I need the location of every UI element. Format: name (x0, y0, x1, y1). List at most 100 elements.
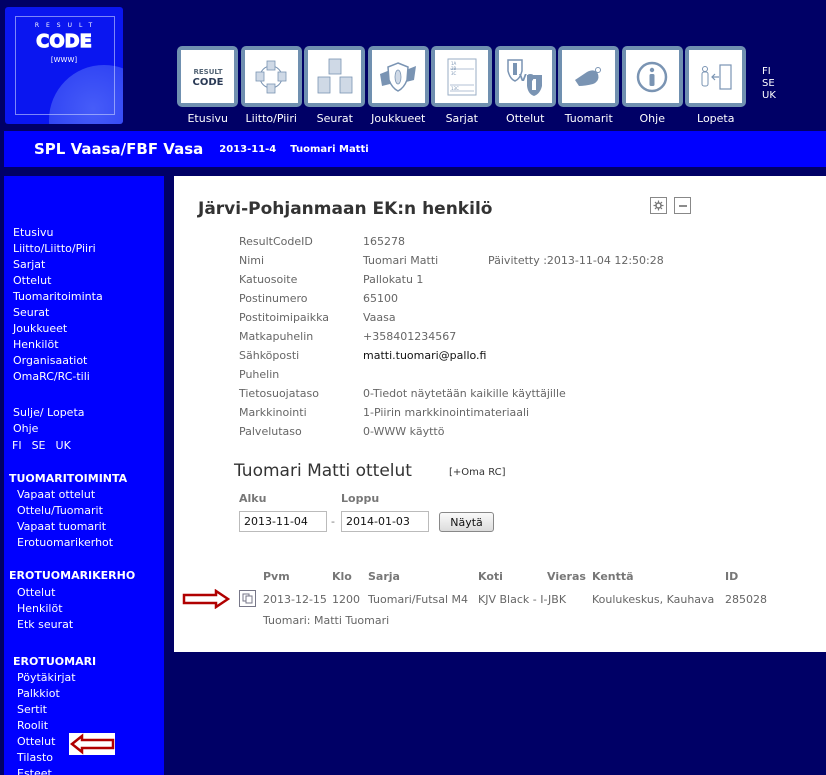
nav-label: Lopeta (697, 112, 735, 125)
svg-text:VS: VS (519, 73, 534, 84)
svg-text:CODE: CODE (192, 77, 223, 88)
field-value: Vaasa (363, 311, 396, 324)
field-label: Postinumero (239, 292, 308, 305)
field-label: Nimi (239, 254, 265, 267)
nav-seurat[interactable]: Seurat (303, 46, 367, 125)
sidebar-item-ottelu-tuomarit[interactable]: Ottelu/Tuomarit (17, 504, 103, 518)
section-heading-tuomaritoiminta: TUOMARITOIMINTA (9, 472, 128, 485)
clubs-icon (317, 58, 353, 93)
sidebar-item-erotuomari-ottelut[interactable]: Ottelut (17, 735, 55, 749)
sidebar-item-sertit[interactable]: Sertit (17, 703, 47, 717)
sidebar-item-vapaat-ottelut[interactable]: Vapaat ottelut (17, 488, 95, 502)
sidebar-item-sarjat[interactable]: Sarjat (13, 258, 45, 272)
nav-ohje[interactable]: Ohje (621, 46, 685, 125)
sidebar-item-etk-seurat[interactable]: Etk seurat (17, 618, 73, 632)
show-button[interactable]: Näytä (439, 512, 494, 532)
nav-label: Ottelut (506, 112, 545, 125)
sidebar-item-kerho-ottelut[interactable]: Ottelut (17, 586, 55, 600)
nav-label: Tuomarit (564, 112, 613, 125)
updated-timestamp: Päivitetty :2013-11-04 12:50:28 (488, 254, 664, 267)
lang-uk[interactable]: UK (762, 90, 776, 102)
nav-etusivu[interactable]: RESULT CODE Etusivu (176, 46, 240, 125)
info-icon (637, 61, 668, 92)
field-label: ResultCodeID (239, 235, 313, 248)
field-value: 0-WWW käyttö (363, 425, 445, 438)
section-heading-erotuomarikerho: EROTUOMARIKERHO (9, 569, 136, 582)
field-label: Sähköposti (239, 349, 300, 362)
nav-label: Sarjat (445, 112, 478, 125)
minimize-button[interactable] (674, 197, 691, 214)
info-row-postitoimipaikka: Postitoimipaikka Vaasa (239, 308, 664, 327)
person-panel: Järvi-Pohjanmaan EK:n henkilö ResultCode… (174, 176, 826, 652)
sidebar-item-liitto[interactable]: Liitto/Liitto/Piiri (13, 242, 96, 256)
svg-text:RESULT: RESULT (193, 68, 222, 76)
end-date-input[interactable] (341, 511, 429, 532)
sidebar-item-esteet[interactable]: Esteet (17, 767, 52, 775)
sidebar-item-erotuomarikerhot[interactable]: Erotuomarikerhot (17, 536, 113, 550)
sidebar-item-henkilot[interactable]: Henkilöt (13, 338, 59, 352)
nav-tile: RESULT CODE (177, 46, 239, 107)
panel-title: Järvi-Pohjanmaan EK:n henkilö (198, 199, 493, 219)
settings-button[interactable] (650, 197, 667, 214)
sidebar-item-seurat[interactable]: Seurat (13, 306, 49, 320)
nav-tile (240, 46, 302, 107)
match-series: Tuomari/Futsal M4 (368, 593, 469, 606)
column-header-kentta: Kenttä (592, 570, 634, 583)
logo-www-text: [WWW] (50, 56, 78, 64)
sidebar-item-tilasto[interactable]: Tilasto (17, 751, 53, 765)
nav-tile (304, 46, 366, 107)
match-teams[interactable]: KJV Black - I-JBK (478, 593, 566, 606)
start-date-input[interactable] (239, 511, 327, 532)
section-heading-erotuomari: EROTUOMARI (13, 655, 97, 668)
sidebar-item-poytakirjat[interactable]: Pöytäkirjat (17, 671, 76, 685)
lang-se[interactable]: SE (762, 78, 776, 90)
nav-tile-inner (562, 50, 616, 103)
add-oma-rc-link[interactable]: [+Oma RC] (449, 467, 506, 478)
nav-lopeta[interactable]: Lopeta (684, 46, 748, 125)
email-link[interactable]: matti.tuomari@pallo.fi (363, 349, 488, 362)
sidebar-lang-uk[interactable]: UK (56, 439, 71, 452)
column-header-id: ID (725, 570, 739, 583)
sidebar-item-tuomaritoiminta[interactable]: Tuomaritoiminta (13, 290, 103, 304)
sidebar-item-ottelut[interactable]: Ottelut (13, 274, 51, 288)
match-id: 285028 (725, 593, 767, 606)
field-value: 0-Tiedot näytetään kaikille käyttäjille (363, 387, 566, 400)
column-header-sarja: Sarja (368, 570, 400, 583)
resultcode-logo-icon: RESULTCODE (192, 68, 223, 88)
sidebar-item-omarc[interactable]: OmaRC/RC-tili (13, 370, 90, 384)
sidebar-item-ohje[interactable]: Ohje (13, 422, 38, 436)
sidebar-lang-fi[interactable]: FI (12, 439, 22, 452)
match-time: 1200 (332, 593, 360, 606)
sidebar-item-kerho-henkilot[interactable]: Henkilöt (17, 602, 63, 616)
lang-fi[interactable]: FI (762, 66, 776, 78)
arrow-left-icon (69, 733, 115, 755)
nav-joukkueet[interactable]: Joukkueet (367, 46, 431, 125)
info-row-sahkoposti: Sähköposti matti.tuomari@pallo.fi (239, 346, 664, 365)
nav-liitto-piiri[interactable]: Liitto/Piiri (240, 46, 304, 125)
exit-door-icon (701, 63, 732, 90)
logo-code-word: CODE (36, 30, 93, 52)
nav-tile (558, 46, 620, 107)
minus-icon (678, 204, 687, 207)
copy-match-button[interactable] (239, 590, 256, 607)
sidebar-item-roolit[interactable]: Roolit (17, 719, 48, 733)
sidebar-item-etusivu[interactable]: Etusivu (13, 226, 54, 240)
start-date-label: Alku (239, 492, 267, 505)
sidebar-item-sulje[interactable]: Sulje/ Lopeta (13, 406, 85, 420)
resultcode-logo[interactable]: RESULT CODE [WWW] (5, 7, 123, 124)
sidebar-item-vapaat-tuomarit[interactable]: Vapaat tuomarit (17, 520, 106, 534)
nav-ottelut[interactable]: VS Ottelut (494, 46, 558, 125)
copy-icon (242, 593, 253, 604)
column-header-pvm: Pvm (263, 570, 290, 583)
sidebar-languages: FI SE UK (12, 439, 71, 452)
sidebar-item-joukkueet[interactable]: Joukkueet (13, 322, 67, 336)
sidebar-lang-se[interactable]: SE (32, 439, 46, 452)
page: RESULT CODE [WWW] RESULT CODE Etusivu Lii… (0, 0, 826, 775)
sidebar-item-organisaatiot[interactable]: Organisaatiot (13, 354, 87, 368)
sidebar-item-palkkiot[interactable]: Palkkiot (17, 687, 60, 701)
nav-sarjat[interactable]: 1A 2B 3C 13C Sarjat (430, 46, 494, 125)
nav-tuomarit[interactable]: Tuomarit (557, 46, 621, 125)
field-value: Pallokatu 1 (363, 273, 424, 286)
right-arrow-annotation (182, 588, 231, 612)
date-separator: - (331, 515, 335, 528)
